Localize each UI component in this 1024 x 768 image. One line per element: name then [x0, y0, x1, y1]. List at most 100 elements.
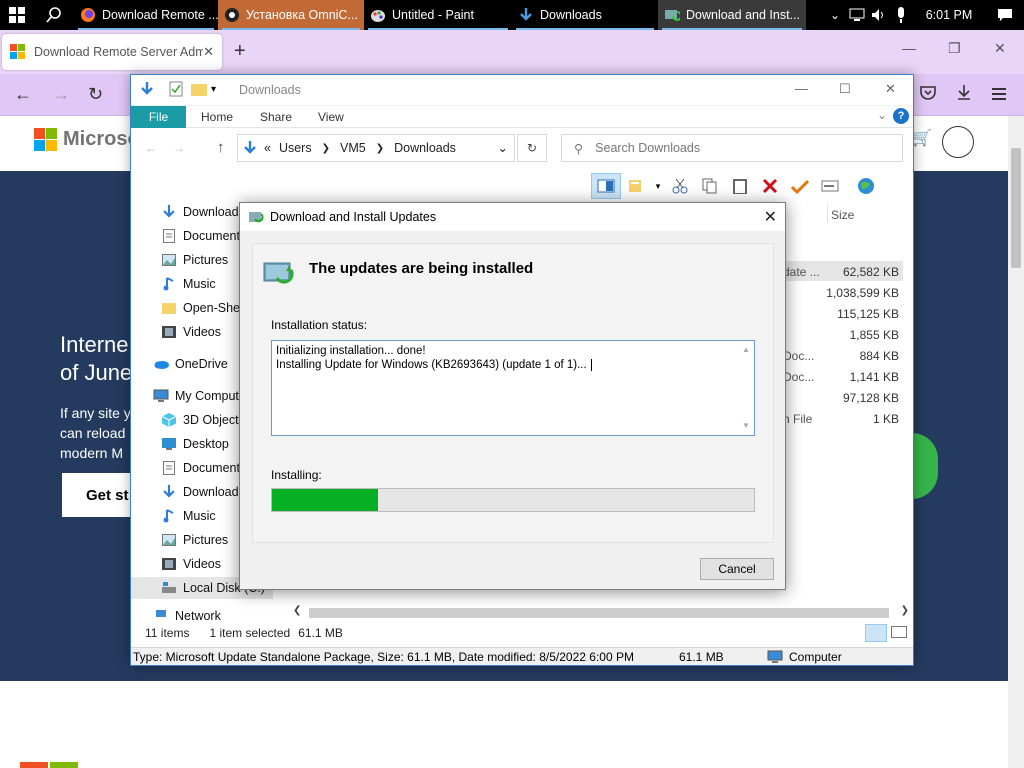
new-tab-icon[interactable]: + [234, 40, 246, 63]
nav-item-onedrive[interactable]: OneDrive [153, 353, 228, 375]
minimize-icon[interactable]: — [902, 40, 916, 56]
taskbar-item-installer[interactable]: Установка OmniC... [218, 0, 364, 30]
account-icon[interactable] [942, 126, 974, 158]
rename-icon[interactable] [815, 173, 845, 199]
nav-item-pictures[interactable]: Pictures [161, 529, 228, 551]
expand-ribbon-icon[interactable]: ⌄ [877, 108, 887, 122]
properties-icon[interactable] [169, 81, 183, 97]
back-icon[interactable]: ← [145, 141, 157, 155]
horizontal-scrollbar[interactable]: ❮ ❯ [289, 605, 913, 621]
start-button[interactable] [0, 0, 34, 30]
tab-file[interactable]: File [131, 106, 186, 128]
nav-item-videos[interactable]: Videos [161, 553, 221, 575]
nav-item-network[interactable]: Network [153, 605, 221, 621]
browser-tab[interactable]: Download Remote Server Admi ✕ [2, 34, 222, 70]
installation-status-log[interactable]: Initializing installation... done! Insta… [271, 340, 755, 436]
tab-view[interactable]: View [318, 110, 344, 124]
cancel-button[interactable]: Cancel [700, 558, 774, 580]
breadcrumb-users[interactable]: Users [279, 141, 312, 155]
taskbar-item-paint[interactable]: Untitled - Paint [364, 0, 512, 30]
column-header-size[interactable]: Size [831, 208, 854, 222]
nav-item-videos[interactable]: Videos [161, 321, 221, 343]
vertical-scrollbar[interactable]: ▲ ▼ [740, 343, 752, 433]
chevron-down-icon[interactable]: ▼ [742, 419, 750, 433]
refresh-button[interactable]: ↻ [517, 134, 547, 162]
volume-icon[interactable] [868, 0, 890, 30]
page-scrollbar[interactable] [1008, 116, 1024, 768]
close-tab-icon[interactable]: ✕ [203, 44, 214, 60]
dropdown-icon[interactable]: ▾ [651, 173, 665, 199]
large-icons-view-icon[interactable] [891, 626, 907, 638]
chevron-down-icon[interactable]: ⌄ [498, 140, 508, 155]
preview-pane-icon[interactable] [591, 173, 621, 199]
search-input[interactable]: ⚲ Search Downloads [561, 134, 903, 162]
forward-icon[interactable]: → [173, 141, 185, 155]
delete-icon[interactable] [755, 173, 785, 199]
cart-icon[interactable]: 🛒 [912, 128, 932, 148]
menu-icon[interactable] [992, 84, 1006, 105]
taskbar-item-downloads[interactable]: Downloads [512, 0, 658, 30]
close-icon[interactable]: ✕ [764, 207, 777, 227]
maximize-icon[interactable]: ☐ [839, 81, 851, 97]
nav-item-3d-objects[interactable]: 3D Objects [161, 409, 245, 431]
back-icon[interactable]: ← [14, 84, 32, 105]
pocket-icon[interactable] [920, 86, 936, 103]
help-icon[interactable]: ? [893, 108, 909, 124]
taskbar-item-firefox[interactable]: Download Remote ... [74, 0, 218, 30]
item-count: 11 items [145, 626, 190, 640]
notifications-icon[interactable] [986, 0, 1024, 30]
breadcrumb-downloads[interactable]: Downloads [394, 141, 456, 155]
details-view-icon[interactable] [865, 624, 887, 642]
forward-icon[interactable]: → [52, 84, 70, 105]
nav-item-music[interactable]: Music [161, 273, 216, 295]
breadcrumb-vm5[interactable]: VM5 [340, 141, 366, 155]
restore-icon[interactable]: ❐ [948, 40, 961, 57]
checkmark-icon[interactable] [785, 173, 815, 199]
microphone-icon[interactable] [890, 0, 912, 30]
copy-icon[interactable] [695, 173, 725, 199]
up-icon[interactable]: ↑ [217, 139, 225, 156]
chevron-left-icon[interactable]: ❮ [293, 605, 301, 616]
chevron-right-icon[interactable]: ❯ [901, 605, 909, 616]
microsoft-logo[interactable]: Microso [34, 128, 140, 151]
minimize-icon[interactable]: — [795, 81, 808, 96]
chevron-up-icon[interactable]: ▲ [742, 343, 750, 357]
scrollbar-thumb[interactable] [309, 608, 889, 618]
tab-share[interactable]: Share [260, 110, 292, 124]
details-pane-icon[interactable] [621, 173, 651, 199]
new-folder-icon[interactable] [191, 82, 207, 96]
file-details-location: Computer [767, 650, 842, 664]
clock[interactable]: 6:01 PM [912, 8, 986, 22]
chevron-right-icon[interactable]: ❯ [322, 143, 330, 154]
taskbar-item-windows-update[interactable]: Download and Inst... [658, 0, 806, 30]
download-icon[interactable] [956, 84, 972, 105]
address-bar[interactable]: « Users ❯ VM5 ❯ Downloads ⌄ [237, 134, 515, 162]
nav-item-downloads[interactable]: Downloads [161, 201, 245, 223]
quick-access-toolbar: ▾ [139, 81, 217, 97]
nav-item-music[interactable]: Music [161, 505, 216, 527]
nav-item-documents[interactable]: Documents [161, 225, 246, 247]
scrollbar-thumb[interactable] [1011, 148, 1021, 268]
nav-item-open-shell[interactable]: Open-Shel [161, 297, 243, 319]
downloads-icon[interactable] [139, 81, 155, 97]
nav-item-documents[interactable]: Documents [161, 457, 246, 479]
tab-home[interactable]: Home [201, 110, 233, 124]
chevron-right-icon[interactable]: ❯ [376, 143, 384, 154]
close-icon[interactable]: ✕ [994, 40, 1006, 57]
globe-icon[interactable] [851, 173, 881, 199]
close-icon[interactable]: ✕ [885, 81, 896, 97]
hero-text-line: can reload [60, 425, 126, 441]
nav-item-my-computer[interactable]: My Comput [153, 385, 239, 407]
search-button[interactable] [34, 0, 74, 30]
chevron-up-icon[interactable]: ⌄ [824, 0, 846, 30]
nav-item-downloads[interactable]: Downloads [161, 481, 245, 503]
network-icon[interactable] [846, 0, 868, 30]
cut-icon[interactable] [665, 173, 695, 199]
paste-icon[interactable] [725, 173, 755, 199]
nav-item-desktop[interactable]: Desktop [161, 433, 229, 455]
customize-icon[interactable]: ▾ [211, 84, 217, 95]
nav-item-pictures[interactable]: Pictures [161, 249, 228, 271]
breadcrumb-overflow[interactable]: « [264, 141, 271, 155]
file-details-size: 61.1 MB [679, 649, 724, 664]
reload-icon[interactable]: ↻ [88, 84, 103, 105]
